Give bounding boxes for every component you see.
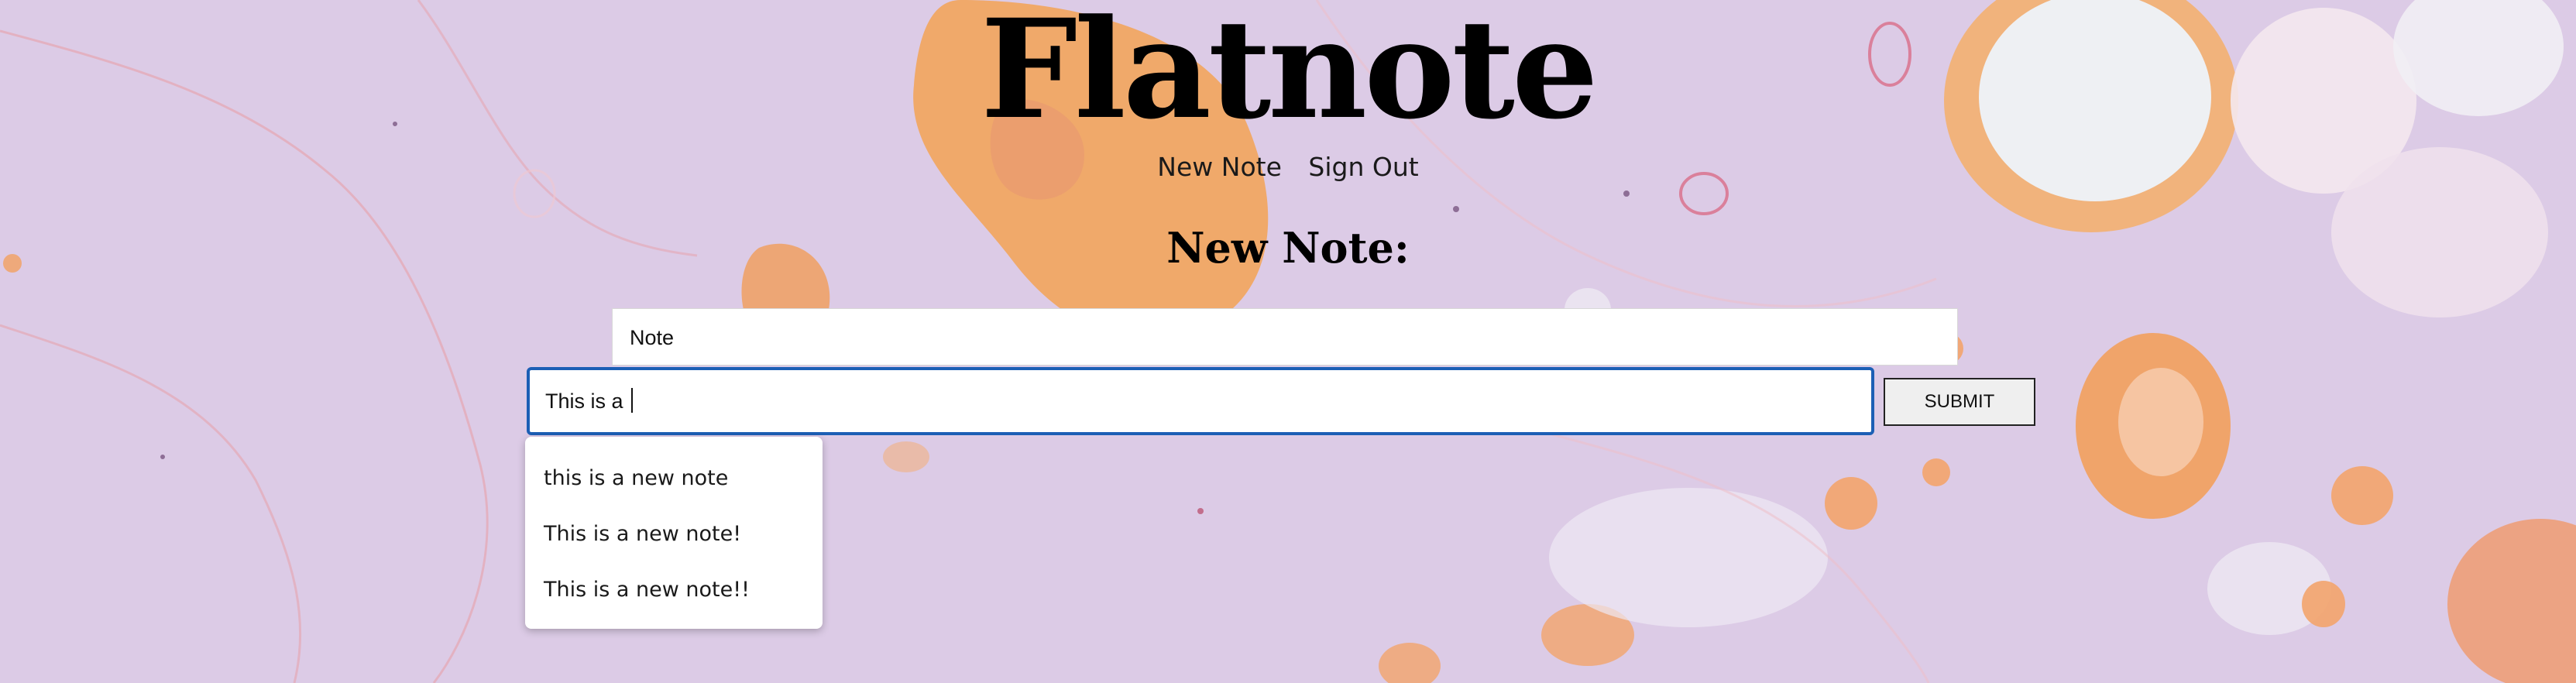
autocomplete-item[interactable]: this is a new note: [525, 451, 823, 506]
nav-link-new-note[interactable]: New Note: [1157, 152, 1282, 182]
page-heading: New Note:: [1166, 223, 1410, 273]
note-body-input[interactable]: This is a: [527, 367, 1874, 435]
submit-button[interactable]: SUBMIT: [1884, 378, 2035, 426]
text-caret: [631, 387, 634, 413]
nav-link-sign-out[interactable]: Sign Out: [1308, 152, 1418, 182]
note-title-input[interactable]: Note: [612, 308, 1958, 366]
main-nav: New Note Sign Out: [0, 149, 2576, 186]
autocomplete-dropdown: this is a new note This is a new note! T…: [525, 437, 823, 629]
app-title: Flatnote: [981, 0, 1599, 149]
note-body-value: This is a: [545, 390, 630, 413]
autocomplete-item[interactable]: This is a new note!: [525, 506, 823, 562]
note-title-value: Note: [630, 326, 675, 349]
autocomplete-item[interactable]: This is a new note!!: [525, 562, 823, 618]
